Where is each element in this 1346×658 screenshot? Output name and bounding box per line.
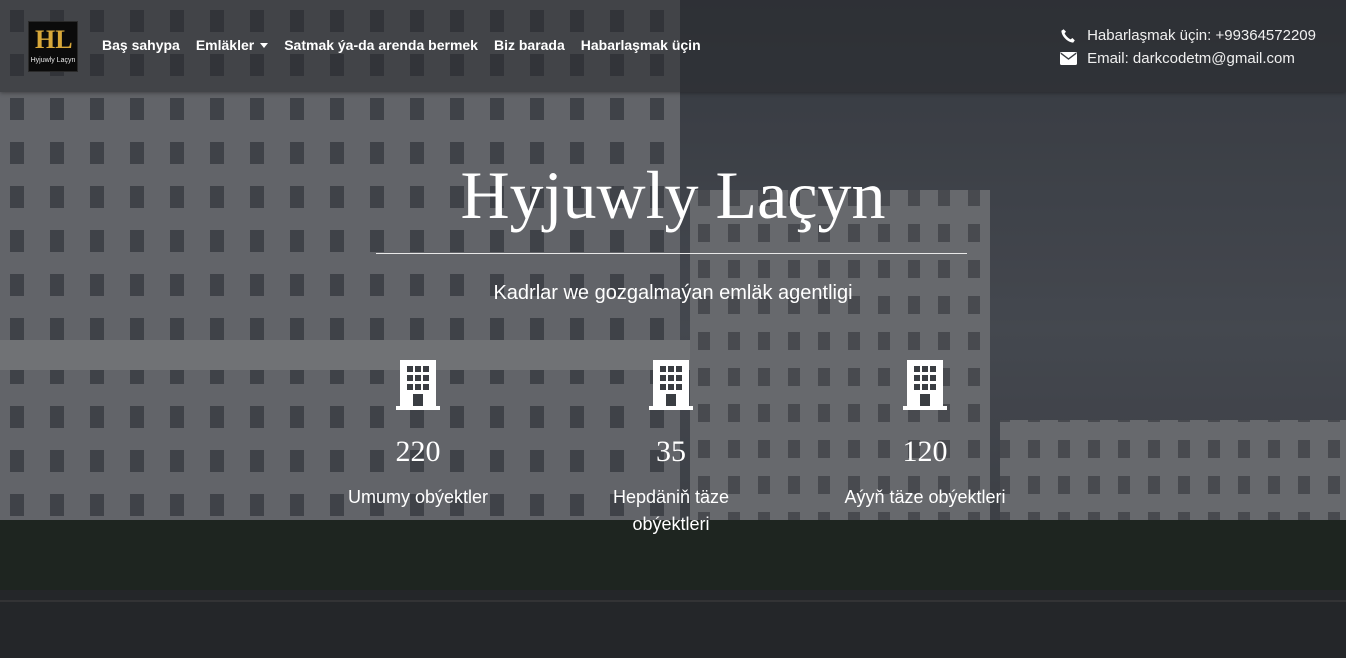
stat-value: 220 (395, 435, 441, 468)
contact-email-row[interactable]: Email: darkcodetm@gmail.com (1059, 47, 1316, 70)
page-title: Hyjuwly Laçyn (460, 157, 886, 233)
stat-label: Umumy obýektler (347, 487, 489, 507)
nav-item-contact[interactable]: Habarlaşmak üçin (581, 37, 701, 53)
navbar: HL Hyjuwly Laçyn Baş sahypa Emläkler Sat… (0, 0, 1346, 92)
contact-phone-row[interactable]: Habarlaşmak üçin: +99364572209 (1059, 24, 1316, 47)
page-subtitle: Kadrlar we gozgalmaýan emläk agentligi (493, 282, 853, 304)
stat-value: 120 (902, 435, 948, 468)
logo[interactable]: HL Hyjuwly Laçyn (28, 21, 78, 72)
stat-weekly-new-objects: 35 Hepdäniň täze obýektleri (551, 360, 791, 538)
nav-item-home[interactable]: Baş sahypa (102, 37, 180, 53)
contact-info: Habarlaşmak üçin: +99364572209 Email: da… (1059, 24, 1316, 70)
stat-total-objects: 220 Umumy obýektler (298, 360, 538, 511)
contact-phone-text: Habarlaşmak üçin: +99364572209 (1087, 27, 1316, 44)
stat-value: 35 (656, 435, 686, 468)
nav-menu: Baş sahypa Emläkler Satmak ýa-da arenda … (102, 37, 717, 53)
dark-overlay (0, 0, 1346, 658)
contact-email-text: Email: darkcodetm@gmail.com (1087, 50, 1295, 67)
building-icon (396, 360, 440, 410)
title-divider (376, 253, 967, 254)
nav-item-about[interactable]: Biz barada (494, 37, 565, 53)
stat-label: Hepdäniň täze obýektleri (612, 487, 730, 534)
stat-label: Aýyň täze obýektleri (844, 487, 1006, 507)
logo-mark: HL (35, 25, 73, 54)
hero-section: HL Hyjuwly Laçyn Baş sahypa Emläkler Sat… (0, 0, 1346, 658)
nav-item-properties-label: Emläkler (195, 37, 255, 53)
building-icon (649, 360, 693, 410)
stat-monthly-new-objects: 120 Aýyň täze obýektleri (805, 360, 1045, 511)
nav-item-sell-or-rent[interactable]: Satmak ýa-da arenda bermek (284, 37, 478, 53)
envelope-icon (1059, 50, 1077, 68)
phone-icon (1059, 27, 1077, 45)
nav-item-properties[interactable]: Emläkler (195, 37, 269, 53)
caret-down-icon (260, 42, 269, 48)
logo-text: Hyjuwly Laçyn (30, 57, 76, 64)
building-icon (903, 360, 947, 410)
